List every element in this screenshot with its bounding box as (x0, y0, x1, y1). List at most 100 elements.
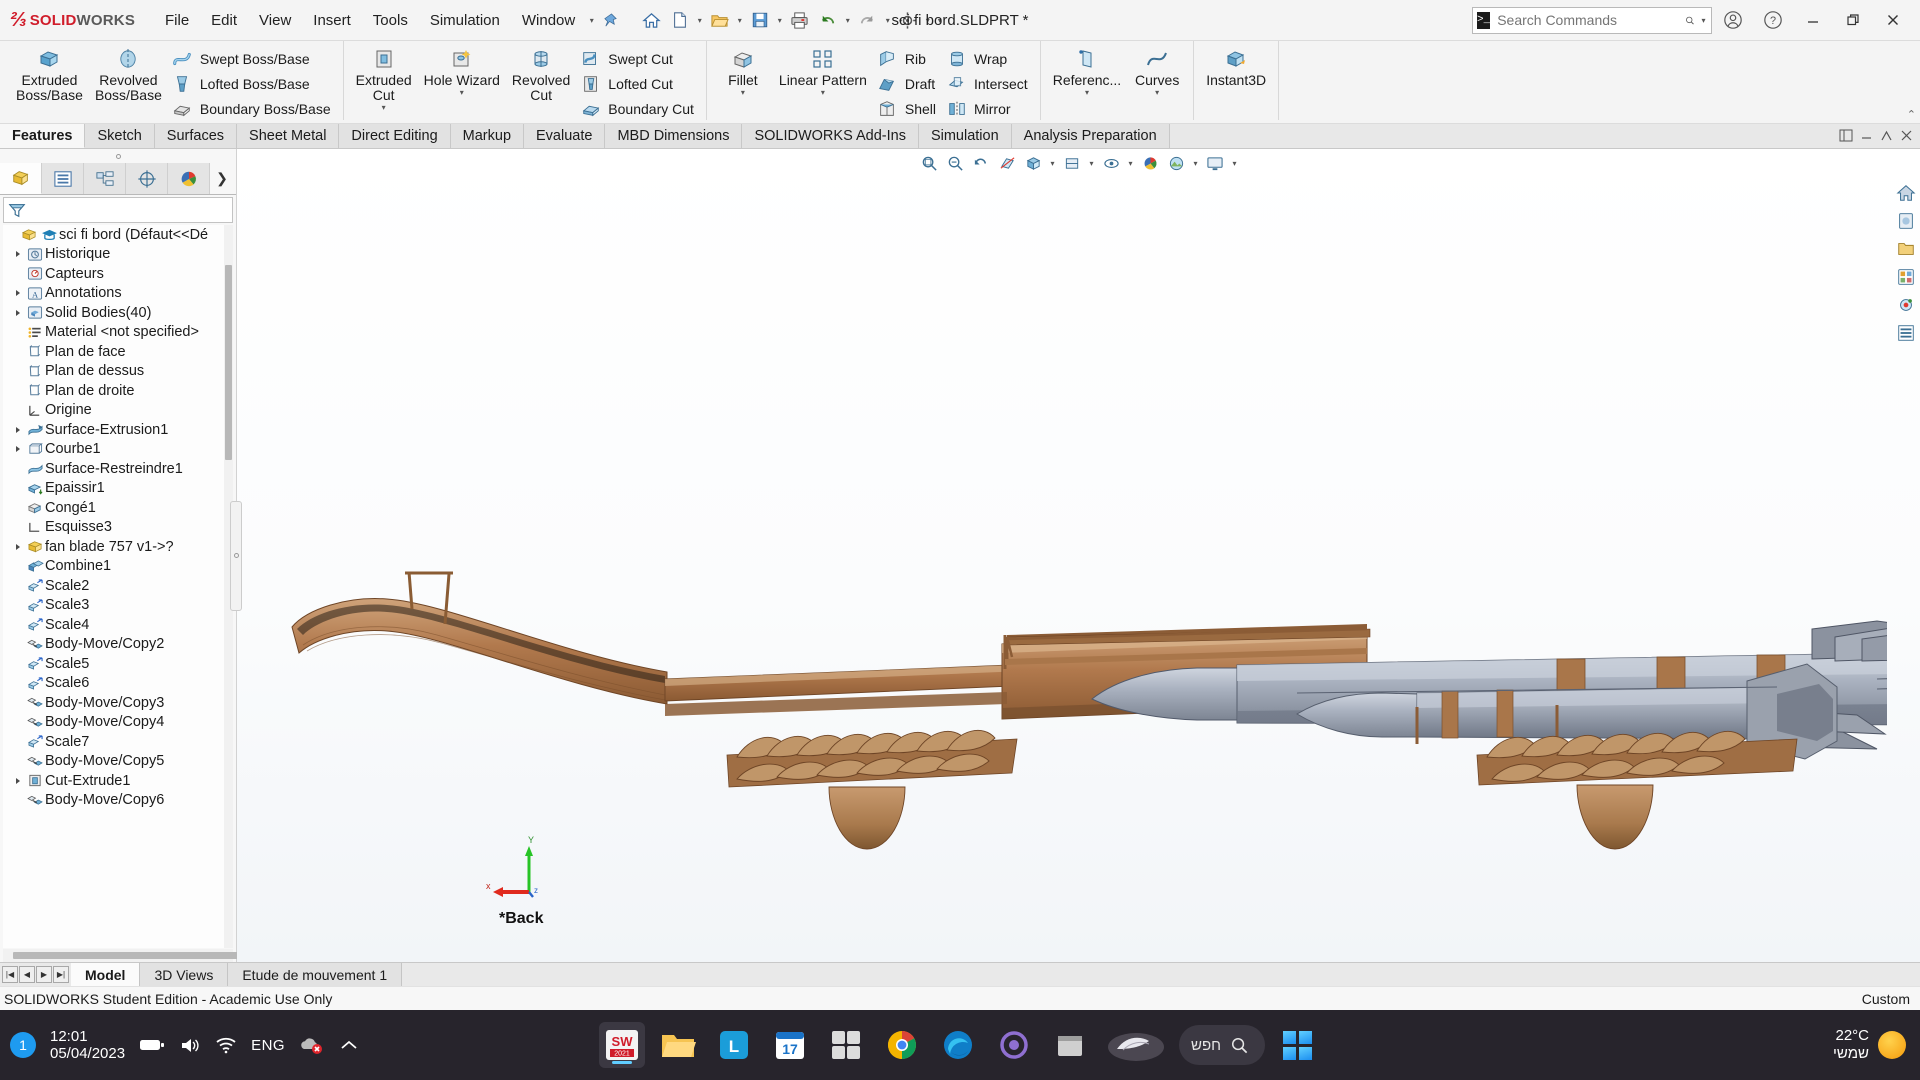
widgets-taskbar-app[interactable] (823, 1022, 869, 1068)
boundary-boss-base-button[interactable]: Boundary Boss/Base (168, 96, 337, 121)
revolved-cut-button[interactable]: Revolved Cut (506, 44, 576, 105)
tree-node[interactable]: sci fi bord (Défaut<<Dé (3, 225, 233, 245)
search-commands-box[interactable]: >_ ▾ (1472, 6, 1712, 34)
feature-tree[interactable]: sci fi bord (Défaut<<Dé Historique Capteur… (3, 225, 233, 948)
tile-windows-icon[interactable] (1839, 129, 1853, 144)
tree-expander[interactable] (11, 309, 25, 316)
curves-chevron-icon[interactable]: ▾ (1155, 89, 1159, 97)
taskbar-clock[interactable]: 12:01 05/04/2023 (50, 1028, 125, 1062)
wifi-icon[interactable] (215, 1036, 237, 1054)
fillet-button[interactable]: Fillet ▾ (713, 44, 773, 99)
onedrive-error-icon[interactable] (299, 1035, 325, 1055)
menu-edit[interactable]: Edit (200, 7, 248, 34)
menu-view[interactable]: View (248, 7, 302, 34)
menu-window[interactable]: Window (511, 7, 586, 34)
tree-node[interactable]: Scale2 (3, 576, 233, 596)
tab-features[interactable]: Features (0, 124, 86, 148)
notification-badge[interactable]: 1 (10, 1032, 36, 1058)
scenes-icon[interactable] (1894, 237, 1918, 261)
menu-overflow-chevron-icon[interactable]: ▾ (586, 7, 597, 33)
options-gear-icon[interactable] (894, 7, 921, 34)
home-icon[interactable] (638, 7, 665, 34)
redo-chevron-icon[interactable]: ▾ (882, 7, 893, 33)
cortana-taskbar-app[interactable] (991, 1022, 1037, 1068)
tree-node[interactable]: Body-Move/Copy4 (3, 713, 233, 733)
save-chevron-icon[interactable]: ▾ (774, 7, 785, 33)
graphics-area[interactable]: ▾ ▾ ▾ ▾ ▾ Y x z *Back (237, 149, 1920, 962)
linear-pattern-chevron-icon[interactable]: ▾ (821, 89, 825, 97)
reference-geometry-button[interactable]: Referenc... ▾ (1047, 44, 1127, 99)
tab-sheet-metal[interactable]: Sheet Metal (237, 124, 340, 148)
tree-node[interactable]: Body-Move/Copy6 (3, 791, 233, 811)
boundary-cut-button[interactable]: Boundary Cut (576, 96, 700, 121)
options-chevron-icon[interactable]: ▾ (922, 7, 933, 33)
first-tab-icon[interactable]: |◀ (2, 966, 18, 983)
tree-node[interactable]: Surface-Restreindre1 (3, 459, 233, 479)
tree-node[interactable]: Body-Move/Copy5 (3, 752, 233, 772)
curves-button[interactable]: Curves ▾ (1127, 44, 1187, 99)
tree-node[interactable]: Body-Move/Copy2 (3, 635, 233, 655)
tree-node[interactable]: Historique (3, 245, 233, 265)
tree-node[interactable]: Body-Move/Copy3 (3, 693, 233, 713)
tree-node[interactable]: Cut-Extrude1 (3, 771, 233, 791)
pin-icon[interactable] (597, 7, 624, 34)
close-button[interactable] (1874, 1, 1912, 39)
draft-button[interactable]: Draft (873, 71, 942, 96)
microsoft-edge-taskbar-app[interactable] (935, 1022, 981, 1068)
tab-simulation[interactable]: Simulation (918, 124, 1012, 148)
doc-tab-model[interactable]: Model (71, 963, 141, 986)
appearances-icon[interactable] (1894, 209, 1918, 233)
tree-node[interactable]: Scale5 (3, 654, 233, 674)
next-tab-icon[interactable]: ▶ (36, 966, 52, 983)
new-document-icon[interactable] (666, 7, 693, 34)
account-icon[interactable] (1714, 1, 1752, 39)
prev-tab-icon[interactable]: ◀ (19, 966, 35, 983)
tree-node[interactable]: A Annotations (3, 284, 233, 304)
tree-expander[interactable] (11, 290, 25, 297)
linear-pattern-button[interactable]: Linear Pattern ▾ (773, 44, 873, 99)
feature-tree-tab[interactable] (0, 163, 42, 194)
minimize-button[interactable] (1794, 1, 1832, 39)
volume-icon[interactable] (179, 1036, 201, 1055)
ribbon-collapse-chevron-icon[interactable]: ⌃ (1907, 108, 1916, 121)
close-document-icon[interactable] (1900, 129, 1913, 144)
tab-evaluate[interactable]: Evaluate (524, 124, 606, 148)
bird-widget-icon[interactable] (1103, 1022, 1169, 1068)
menu-tools[interactable]: Tools (362, 7, 419, 34)
tab-sketch[interactable]: Sketch (85, 124, 155, 148)
feature-tree-hscrollbar[interactable] (3, 949, 303, 962)
rib-button[interactable]: Rib (873, 46, 942, 71)
view-home-icon[interactable] (1894, 181, 1918, 205)
tree-expander[interactable] (11, 777, 25, 784)
taskbar-search-box[interactable]: חפש (1179, 1025, 1265, 1065)
tab-direct-editing[interactable]: Direct Editing (339, 124, 451, 148)
tree-node[interactable]: Plan de dessus (3, 362, 233, 382)
tree-node[interactable]: fan blade 757 v1->? (3, 537, 233, 557)
menu-file[interactable]: File (154, 7, 200, 34)
display-manager-tab[interactable] (168, 163, 210, 194)
tree-node[interactable]: Courbe1 (3, 440, 233, 460)
tree-node[interactable]: Surface-Extrusion1 (3, 420, 233, 440)
tree-node[interactable]: Esquisse3 (3, 518, 233, 538)
start-button[interactable] (1275, 1022, 1321, 1068)
reference-geometry-chevron-icon[interactable]: ▾ (1085, 89, 1089, 97)
swept-boss-base-button[interactable]: Swept Boss/Base (168, 46, 337, 71)
undo-icon[interactable] (814, 7, 841, 34)
google-chrome-taskbar-app[interactable] (879, 1022, 925, 1068)
store-taskbar-app[interactable] (1047, 1022, 1093, 1068)
fillet-chevron-icon[interactable]: ▾ (741, 89, 745, 97)
property-manager-tab[interactable] (42, 163, 84, 194)
extruded-cut-button[interactable]: Extruded Cut ▾ (350, 44, 418, 114)
restore-button[interactable] (1834, 1, 1872, 39)
tree-node[interactable]: Solid Bodies(40) (3, 303, 233, 323)
open-folder-chevron-icon[interactable]: ▾ (734, 7, 745, 33)
tree-node[interactable]: Plan de face (3, 342, 233, 362)
search-input[interactable] (1495, 11, 1681, 29)
tree-node[interactable]: Plan de droite (3, 381, 233, 401)
panel-grip-handle[interactable] (0, 149, 236, 163)
shell-button[interactable]: Shell (873, 96, 942, 121)
intersect-button[interactable]: Intersect (942, 71, 1034, 96)
tree-node[interactable]: Scale4 (3, 615, 233, 635)
tree-node[interactable]: Material <not specified> (3, 323, 233, 343)
tab-surfaces[interactable]: Surfaces (154, 124, 238, 148)
